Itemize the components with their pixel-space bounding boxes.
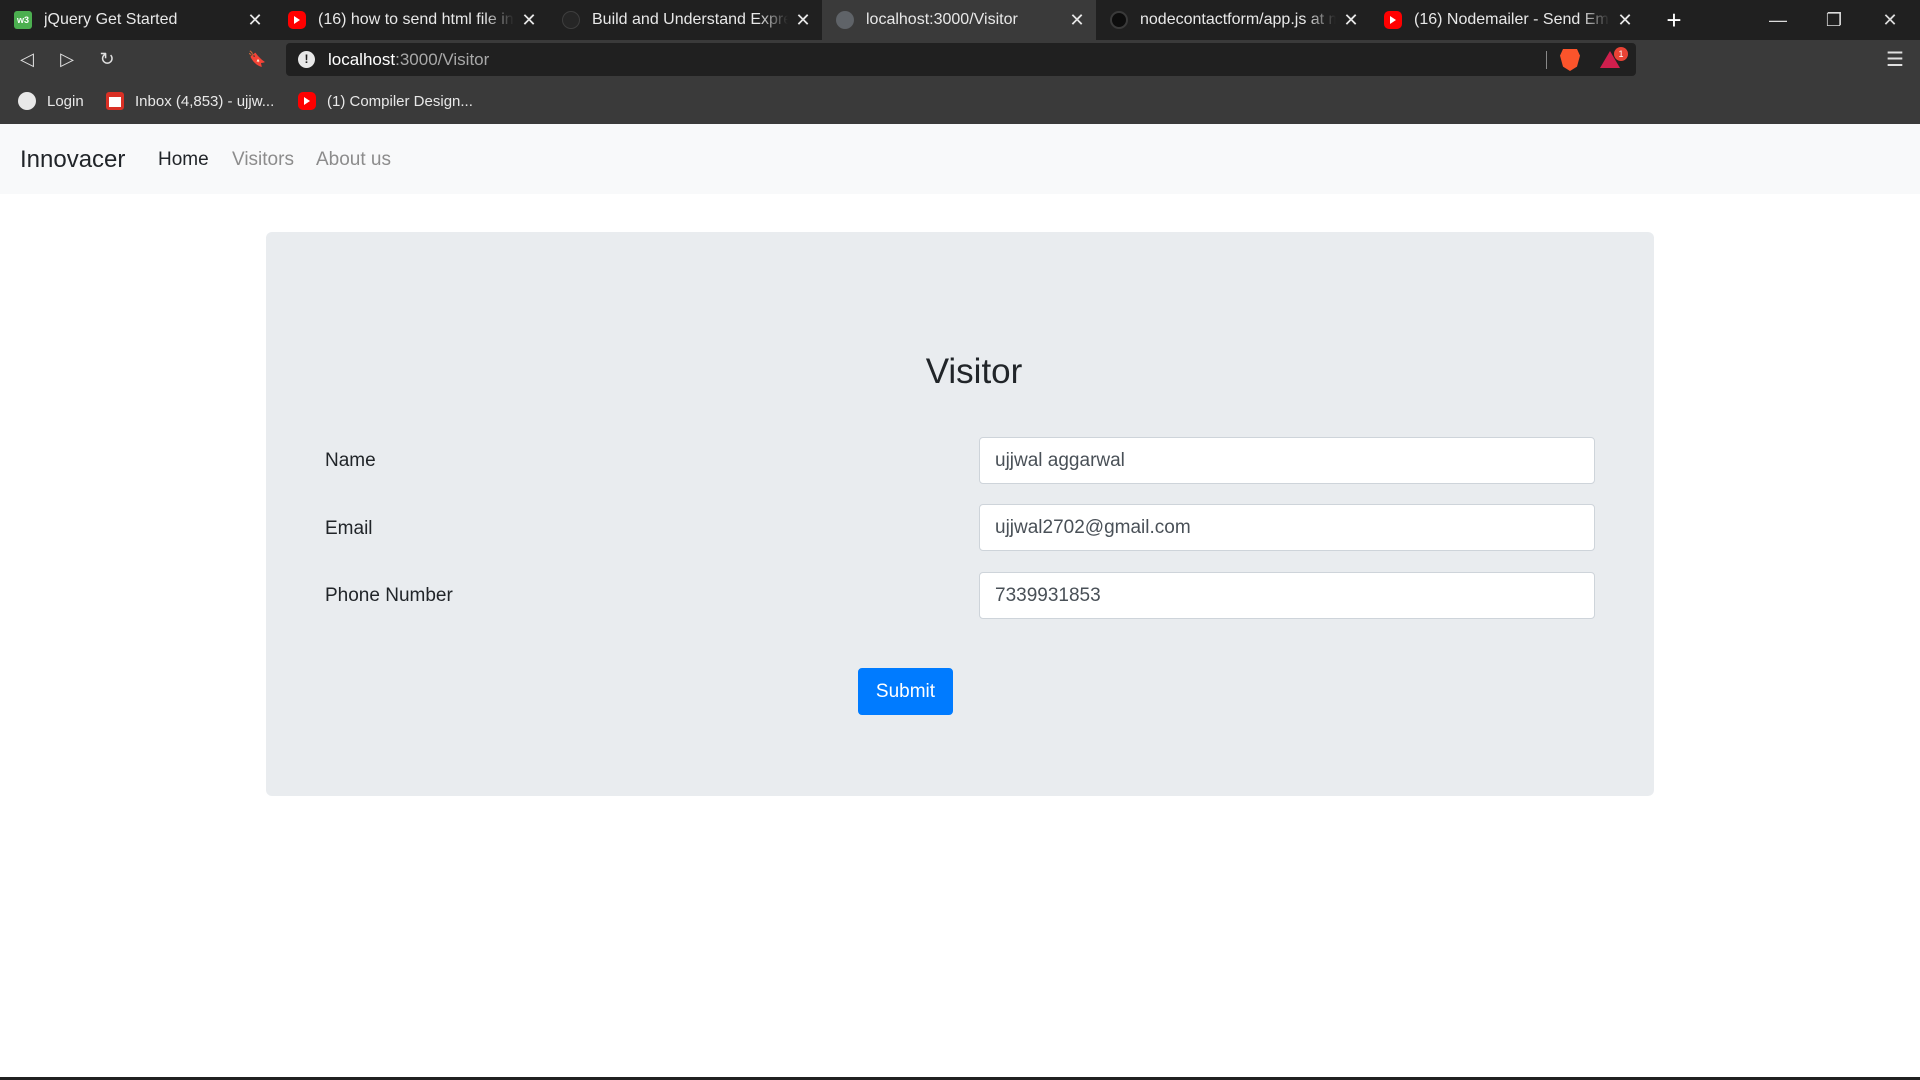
address-bar[interactable]: ! localhost:3000/Visitor 1	[286, 43, 1636, 76]
maximize-button[interactable]: ❐	[1806, 0, 1862, 40]
url-path: :3000/Visitor	[395, 50, 490, 69]
bookmark-label: Inbox (4,853) - ujjw...	[135, 92, 275, 110]
tab-nodemailer[interactable]: (16) Nodemailer - Send Emails ✕	[1370, 0, 1644, 40]
bookmark-inbox[interactable]: Inbox (4,853) - ujjw...	[106, 78, 274, 124]
tab-title: (16) Nodemailer - Send Emails	[1414, 11, 1610, 28]
close-icon[interactable]: ✕	[788, 10, 818, 31]
browser-tab-strip: w3 jQuery Get Started ✕ (16) how to send…	[0, 0, 1920, 40]
nav-home[interactable]: Home	[158, 149, 209, 171]
tab-title: localhost:3000/Visitor	[866, 11, 1018, 28]
name-field[interactable]	[979, 437, 1595, 484]
w3schools-icon: w3	[14, 11, 32, 29]
tab-title: nodecontactform/app.js at ma	[1140, 11, 1336, 28]
gmail-icon	[106, 92, 124, 110]
tab-title: (16) how to send html file in gr	[318, 11, 514, 28]
reload-icon[interactable]: ↻	[92, 44, 122, 74]
tab-jquery-get-started[interactable]: w3 jQuery Get Started ✕	[0, 0, 274, 40]
phone-field[interactable]	[979, 572, 1595, 619]
address-url[interactable]: localhost:3000/Visitor	[328, 50, 489, 70]
browser-toolbar: ◁ ▷ ↻ 🔖 ! localhost:3000/Visitor 1 ☰	[0, 40, 1920, 78]
page-viewport: Innovacer Home Visitors About us Visitor…	[0, 124, 1920, 1078]
close-icon[interactable]: ✕	[514, 10, 544, 31]
url-host: localhost	[328, 50, 396, 69]
globe-icon	[18, 92, 36, 110]
bookmark-icon[interactable]: 🔖	[242, 44, 272, 74]
dev-icon	[562, 11, 580, 29]
youtube-icon	[298, 92, 316, 110]
bookmarks-bar: Login Inbox (4,853) - ujjw... (1) Compil…	[0, 78, 1920, 124]
close-window-button[interactable]: ✕	[1862, 0, 1918, 40]
name-label: Name	[325, 450, 376, 471]
bookmark-label: (1) Compiler Design...	[327, 92, 473, 110]
tab-title: jQuery Get Started	[44, 11, 178, 28]
address-divider	[1546, 51, 1547, 69]
close-icon[interactable]: ✕	[240, 10, 270, 31]
email-field[interactable]	[979, 504, 1595, 551]
menu-icon[interactable]: ☰	[1880, 44, 1910, 74]
rewards-badge: 1	[1614, 47, 1628, 61]
phone-label: Phone Number	[325, 585, 453, 606]
close-icon[interactable]: ✕	[1336, 10, 1366, 31]
form-title: Visitor	[925, 352, 1023, 391]
youtube-icon	[288, 11, 306, 29]
nav-visitors[interactable]: Visitors	[232, 149, 294, 171]
visitor-form-panel: Visitor Name Email Phone Number Submit	[266, 232, 1654, 796]
close-icon[interactable]: ✕	[1610, 10, 1640, 31]
back-icon[interactable]: ◁	[12, 44, 42, 74]
submit-button[interactable]: Submit	[858, 668, 953, 715]
tab-nodecontactform[interactable]: nodecontactform/app.js at ma ✕	[1096, 0, 1370, 40]
minimize-button[interactable]: —	[1750, 0, 1806, 40]
site-navbar: Innovacer Home Visitors About us	[0, 124, 1920, 194]
forward-icon[interactable]: ▷	[52, 44, 82, 74]
tab-build-express[interactable]: Build and Understand Express ✕	[548, 0, 822, 40]
github-icon	[1110, 11, 1128, 29]
new-tab-button[interactable]: +	[1657, 0, 1691, 40]
close-icon[interactable]: ✕	[1062, 10, 1092, 31]
site-info-icon[interactable]: !	[298, 51, 315, 68]
youtube-icon	[1384, 11, 1402, 29]
tab-send-html-file[interactable]: (16) how to send html file in gr ✕	[274, 0, 548, 40]
bookmark-label: Login	[47, 92, 84, 110]
bookmark-login[interactable]: Login	[18, 78, 84, 124]
tab-localhost-visitor[interactable]: localhost:3000/Visitor ✕	[822, 0, 1096, 40]
bookmark-compiler-design[interactable]: (1) Compiler Design...	[298, 78, 473, 124]
email-label: Email	[325, 518, 373, 539]
nav-about-us[interactable]: About us	[316, 149, 391, 171]
tab-title: Build and Understand Express	[592, 11, 788, 28]
globe-icon	[836, 11, 854, 29]
site-brand[interactable]: Innovacer	[20, 146, 125, 174]
brave-shields-icon[interactable]	[1560, 49, 1580, 71]
